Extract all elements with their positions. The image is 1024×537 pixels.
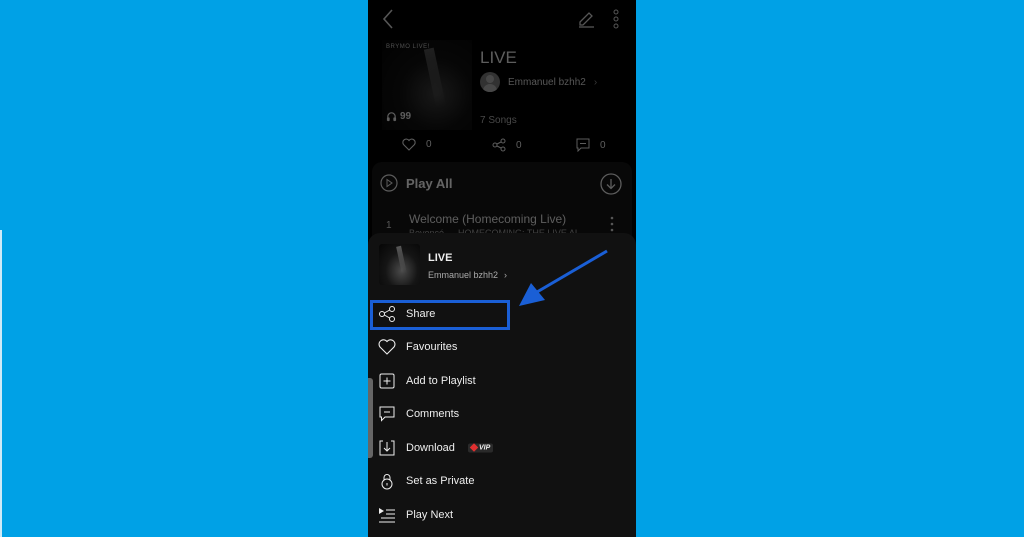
- back-button[interactable]: [380, 8, 398, 30]
- vip-badge: VIP: [468, 443, 494, 453]
- play-count-value: 99: [400, 111, 412, 122]
- sheet-album-cover: [379, 244, 420, 285]
- menu-item-label: Set as Private: [406, 475, 475, 488]
- menu-item-label: Download: [406, 441, 455, 454]
- stats-row: 0 0 0: [368, 138, 636, 158]
- heart-icon: [402, 138, 416, 151]
- play-count: 99: [386, 111, 411, 122]
- pencil-icon: [579, 12, 594, 28]
- chevron-right-icon: ›: [504, 270, 508, 280]
- artist-name: Emmanuel bzhh2: [508, 76, 586, 88]
- share-icon: [492, 138, 506, 152]
- like-count: 0: [426, 139, 432, 150]
- sheet-artist-name: Emmanuel bzhh2: [428, 270, 499, 280]
- top-bar: [368, 0, 636, 36]
- heart-icon: [378, 339, 396, 356]
- download-circle-icon: [600, 173, 622, 195]
- play-next-icon: [379, 507, 395, 523]
- lock-icon: [381, 474, 393, 490]
- sheet-info: LIVE Emmanuel bzhh2 ›: [428, 244, 507, 285]
- action-menu: Share Favourites Add to Playlist Comment…: [368, 297, 636, 532]
- back-icon: [382, 9, 393, 29]
- menu-item-label: Comments: [406, 408, 460, 421]
- share-stat-button[interactable]: 0: [492, 138, 522, 152]
- album-title: LIVE: [480, 48, 517, 67]
- avatar: [480, 72, 500, 92]
- like-button[interactable]: 0: [402, 138, 432, 151]
- menu-item-comments[interactable]: Comments: [368, 398, 636, 432]
- play-all-button[interactable]: Play All: [380, 174, 452, 192]
- more-vertical-icon: [613, 9, 619, 29]
- song-number: 1: [386, 220, 392, 231]
- menu-item-download[interactable]: Download VIP: [368, 431, 636, 465]
- headphones-icon: [386, 112, 397, 122]
- menu-item-favourites[interactable]: Favourites: [368, 331, 636, 365]
- menu-item-label: Add to Playlist: [406, 374, 476, 387]
- artist-link[interactable]: Emmanuel bzhh2 ›: [480, 72, 597, 92]
- download-all-button[interactable]: [600, 173, 622, 195]
- share-highlight-box: [370, 300, 510, 330]
- menu-item-set-as-private[interactable]: Set as Private: [368, 465, 636, 499]
- more-options-button[interactable]: [608, 8, 624, 30]
- comment-count: 0: [600, 139, 606, 151]
- sheet-header: LIVE Emmanuel bzhh2 ›: [379, 244, 507, 285]
- song-title: Welcome (Homecoming Live): [409, 212, 567, 226]
- scroll-handle[interactable]: [368, 378, 373, 458]
- menu-item-label: Favourites: [406, 341, 458, 354]
- comment-icon: [379, 406, 395, 422]
- sheet-artist-link[interactable]: Emmanuel bzhh2 ›: [428, 270, 507, 280]
- cover-title: BRYMO LIVE!: [386, 44, 430, 50]
- download-icon: [379, 440, 395, 456]
- add-playlist-icon: [379, 373, 395, 389]
- cover-art-beam: [423, 47, 447, 109]
- more-vertical-icon: [610, 216, 614, 232]
- comment-icon: [576, 138, 590, 152]
- play-circle-icon: [380, 174, 398, 192]
- cover-art-beam: [396, 245, 407, 275]
- song-more-button[interactable]: [610, 216, 614, 232]
- sheet-title: LIVE: [428, 252, 453, 264]
- share-count: 0: [516, 139, 522, 151]
- annotation-arrow-icon: [519, 249, 608, 306]
- chevron-right-icon: ›: [593, 76, 598, 88]
- play-all-label: Play All: [406, 175, 453, 191]
- song-count: 7 Songs: [480, 115, 517, 126]
- vip-badge-label: VIP: [479, 444, 491, 452]
- menu-item-play-next[interactable]: Play Next: [368, 498, 636, 532]
- vip-gem-icon: [469, 443, 479, 452]
- edge-line: [0, 230, 2, 537]
- menu-item-add-to-playlist[interactable]: Add to Playlist: [368, 364, 636, 398]
- comment-stat-button[interactable]: 0: [576, 138, 606, 152]
- menu-item-label: Play Next: [406, 508, 454, 521]
- edit-button[interactable]: [576, 8, 596, 28]
